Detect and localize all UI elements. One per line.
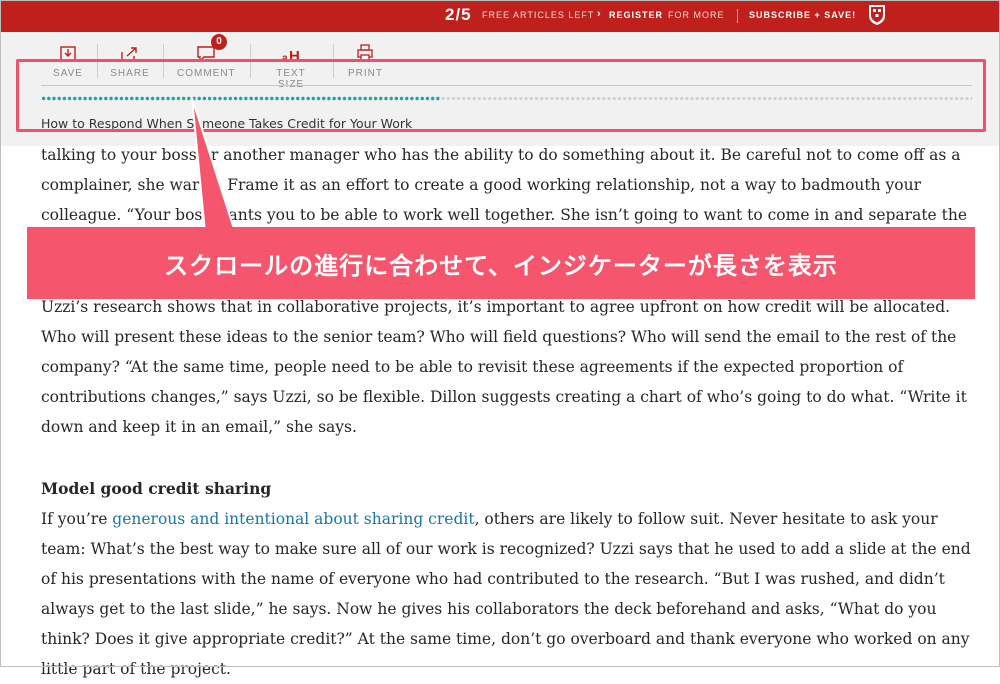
topbar-divider [737,9,738,23]
free-article-count: 2/5 [445,5,472,24]
free-articles-label: FREE ARTICLES LEFT [482,10,595,20]
inline-link[interactable]: generous and intentional about sharing c… [112,510,474,528]
annotation-callout: スクロールの進行に合わせて、インジケーターが長さを表示 [27,227,975,299]
register-link[interactable]: REGISTER [609,10,663,20]
chevron-right-icon: › [597,8,601,20]
article-paragraph: Uzzi’s research shows that in collaborat… [41,298,967,436]
paragraph-text: If you’re [41,510,113,528]
paragraph-text: , others are likely to follow suit. Neve… [41,510,971,678]
section-heading: Model good credit sharing [41,479,272,498]
comment-count-badge: 0 [211,34,227,50]
subscribe-link[interactable]: SUBSCRIBE + SAVE! [749,10,856,20]
shield-logo-icon [869,5,885,25]
annotation-highlight-box [16,59,986,132]
top-promo-bar: 2/5 FREE ARTICLES LEFT › REGISTER FOR MO… [0,0,1000,32]
for-more-label: FOR MORE [668,10,725,20]
article-paragraph: If you’re generous and intentional about… [41,504,976,684]
